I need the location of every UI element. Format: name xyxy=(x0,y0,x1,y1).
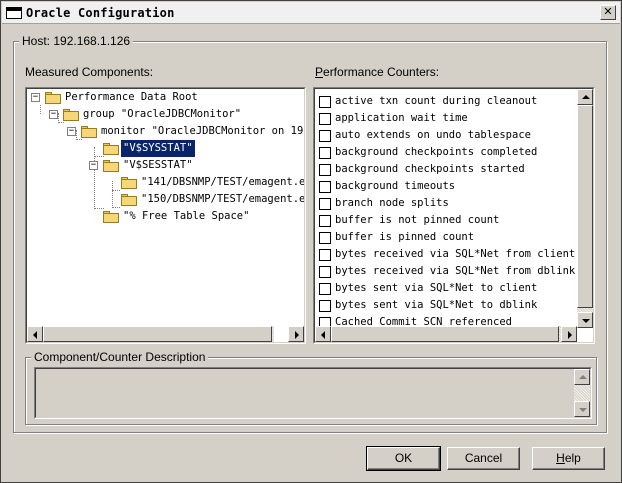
counter-label: bytes received via SQL*Net from dblink xyxy=(335,265,576,277)
cancel-button[interactable]: Cancel xyxy=(447,447,520,470)
counter-label: application wait time xyxy=(335,112,468,124)
arrow-right-icon xyxy=(295,331,299,339)
folder-icon xyxy=(103,160,119,172)
window-icon xyxy=(6,7,22,19)
help-button[interactable]: Help xyxy=(532,447,605,470)
tree-scroll-right-button[interactable] xyxy=(288,326,304,342)
counter-label: auto extends on undo tablespace xyxy=(335,129,531,141)
tree-scroll-left-button[interactable] xyxy=(27,326,43,342)
description-vscroll-track[interactable] xyxy=(574,385,590,401)
arrow-up-icon xyxy=(582,95,590,99)
description-scroll-down-button[interactable] xyxy=(574,401,590,417)
window-title: Oracle Configuration xyxy=(26,6,175,20)
arrow-down-icon xyxy=(582,319,590,323)
counters-hscroll-thumb[interactable] xyxy=(331,326,559,342)
tree-hscroll-thumb[interactable] xyxy=(43,326,272,342)
checkbox-icon[interactable] xyxy=(319,215,331,227)
counters-vscroll-thumb[interactable] xyxy=(577,105,593,308)
arrow-up-icon xyxy=(579,375,587,379)
checkbox-icon[interactable] xyxy=(319,283,331,295)
measured-components-label: Measured Components: xyxy=(25,65,154,79)
checkbox-icon[interactable] xyxy=(319,96,331,108)
close-icon: ✕ xyxy=(603,5,613,18)
checkbox-icon[interactable] xyxy=(319,164,331,176)
counters-scroll-right-button[interactable] xyxy=(561,326,577,342)
expander-vsesstat[interactable]: − xyxy=(89,161,98,170)
folder-icon xyxy=(81,126,97,138)
counter-label: bytes received via SQL*Net from client xyxy=(335,248,576,260)
counter-label: buffer is pinned count xyxy=(335,231,475,243)
checkbox-icon[interactable] xyxy=(319,130,331,142)
folder-icon xyxy=(45,92,61,104)
arrow-right-icon xyxy=(568,331,572,339)
description-scroll-up-button[interactable] xyxy=(574,369,590,385)
expander-group[interactable]: − xyxy=(49,110,58,119)
folder-icon xyxy=(121,194,137,206)
performance-counters-list[interactable]: active txn count during cleanout applicat… xyxy=(313,87,595,344)
counters-scroll-down-button[interactable] xyxy=(577,312,593,328)
description-label: Component/Counter Description xyxy=(31,350,209,364)
close-button[interactable]: ✕ xyxy=(600,5,616,20)
oracle-configuration-dialog: Oracle Configuration ✕ Host: 192.168.1.1… xyxy=(0,0,622,483)
checkbox-icon[interactable] xyxy=(319,181,331,193)
checkbox-icon[interactable] xyxy=(319,198,331,210)
counter-label: branch node splits xyxy=(335,197,449,209)
title-bar[interactable]: Oracle Configuration ✕ xyxy=(2,2,620,24)
counter-label: buffer is not pinned count xyxy=(335,214,500,226)
counter-label: background checkpoints completed xyxy=(335,146,538,158)
counter-label: background checkpoints started xyxy=(335,163,525,175)
counter-label: bytes sent via SQL*Net to client xyxy=(335,282,538,294)
checkbox-icon[interactable] xyxy=(319,266,331,278)
counters-scroll-left-button[interactable] xyxy=(315,326,331,342)
checkbox-icon[interactable] xyxy=(319,232,331,244)
component-tree[interactable]: − Performance Data Root − group "OracleJ… xyxy=(25,87,306,344)
arrow-left-icon xyxy=(33,331,37,339)
counter-label: background timeouts xyxy=(335,180,456,192)
counter-label: active txn count during cleanout xyxy=(335,95,538,107)
folder-icon xyxy=(103,211,119,223)
host-label: Host: 192.168.1.126 xyxy=(19,34,134,48)
arrow-left-icon xyxy=(321,331,325,339)
folder-icon xyxy=(103,143,119,155)
performance-counters-label: Performance Counters: xyxy=(315,65,440,79)
checkbox-icon[interactable] xyxy=(319,249,331,261)
folder-icon xyxy=(121,177,137,189)
folder-icon xyxy=(63,109,79,121)
checkbox-icon[interactable] xyxy=(319,300,331,312)
counter-label: bytes sent via SQL*Net to dblink xyxy=(335,299,538,311)
expander-root[interactable]: − xyxy=(31,93,40,102)
arrow-down-icon xyxy=(579,408,587,412)
expander-monitor[interactable]: − xyxy=(67,127,76,136)
checkbox-icon[interactable] xyxy=(319,113,331,125)
ok-button[interactable]: OK xyxy=(366,446,441,471)
checkbox-icon[interactable] xyxy=(319,147,331,159)
counters-scroll-up-button[interactable] xyxy=(577,89,593,105)
description-textarea[interactable] xyxy=(34,367,592,419)
